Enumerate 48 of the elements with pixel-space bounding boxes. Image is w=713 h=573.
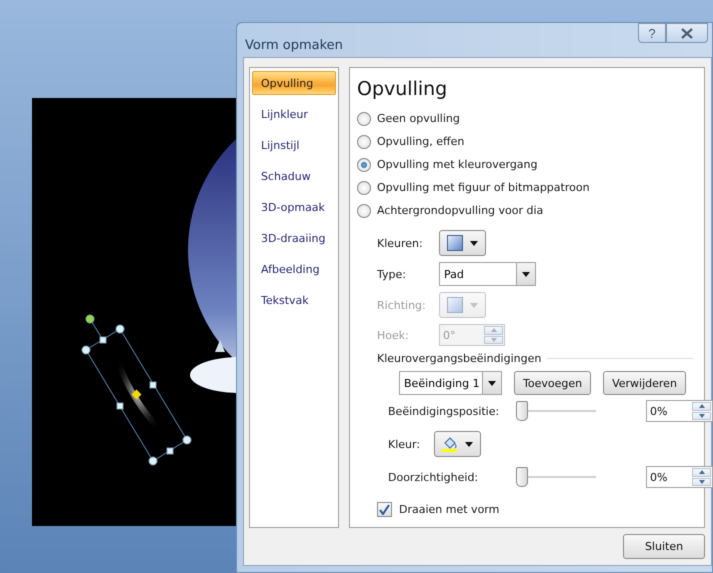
type-dropdown[interactable]: Pad <box>439 262 536 286</box>
radio-label: Achtergrondopvulling voor dia <box>377 204 544 217</box>
field-label: Beëindigingspositie: <box>388 404 500 418</box>
action-button[interactable]: Verwijderen <box>603 371 686 395</box>
category-item[interactable]: Tekstvak <box>252 288 336 312</box>
field-label: Richting: <box>377 298 426 312</box>
category-item[interactable]: 3D-draaiing <box>252 226 336 250</box>
section-title: Kleurovergangsbeëindigingen <box>377 352 542 365</box>
radio-label: Geen opvulling <box>377 112 460 125</box>
action-button[interactable]: Toevoegen <box>514 371 592 395</box>
paint-bucket-icon <box>442 436 458 452</box>
field-label: Hoek: <box>377 328 409 342</box>
color-picker-button[interactable] <box>439 292 486 318</box>
stop-dropdown[interactable]: Beëindiging 1 <box>399 371 502 395</box>
category-item[interactable]: Lijnkleur <box>252 102 336 126</box>
value-spinner[interactable]: 0% <box>646 466 713 488</box>
close-dialog-button[interactable]: Sluiten <box>623 534 705 559</box>
radio-button[interactable] <box>357 134 371 148</box>
radio-button[interactable] <box>357 112 371 126</box>
close-icon <box>681 28 693 38</box>
category-item[interactable]: Schaduw <box>252 164 336 188</box>
slider-thumb[interactable] <box>516 401 528 421</box>
field-label: Doorzichtigheid: <box>388 470 480 484</box>
close-button[interactable] <box>666 23 708 43</box>
radio-button[interactable] <box>357 204 371 218</box>
window-title: Vorm opmaken <box>245 38 343 52</box>
category-item[interactable]: 3D-opmaak <box>252 195 336 219</box>
fill-color-button[interactable] <box>434 431 481 457</box>
radio-button[interactable] <box>357 158 371 172</box>
color-picker-button[interactable] <box>439 230 486 256</box>
spin-arrows-icon[interactable] <box>692 402 711 420</box>
spin-arrows-icon[interactable] <box>692 468 711 486</box>
category-item[interactable]: Opvulling <box>252 71 336 95</box>
field-label: Type: <box>377 268 406 280</box>
help-button[interactable]: ? <box>638 23 666 43</box>
radio-label: Opvulling, effen <box>377 135 464 148</box>
category-item[interactable]: Lijnstijl <box>252 133 336 157</box>
radio-label: Opvulling met kleurovergang <box>377 158 538 171</box>
panel-heading: Opvulling <box>357 78 448 100</box>
category-item[interactable]: Afbeelding <box>252 257 336 281</box>
field-label: Kleur: <box>388 438 420 450</box>
radio-label: Opvulling met figuur of bitmappatroon <box>377 181 590 194</box>
field-label: Kleuren: <box>377 236 423 250</box>
checkbox-label: Draaien met vorm <box>399 503 500 516</box>
checkbox[interactable] <box>377 502 392 517</box>
radio-button[interactable] <box>357 180 371 194</box>
value-spinner[interactable]: 0% <box>646 400 713 422</box>
slider-thumb[interactable] <box>516 467 528 487</box>
